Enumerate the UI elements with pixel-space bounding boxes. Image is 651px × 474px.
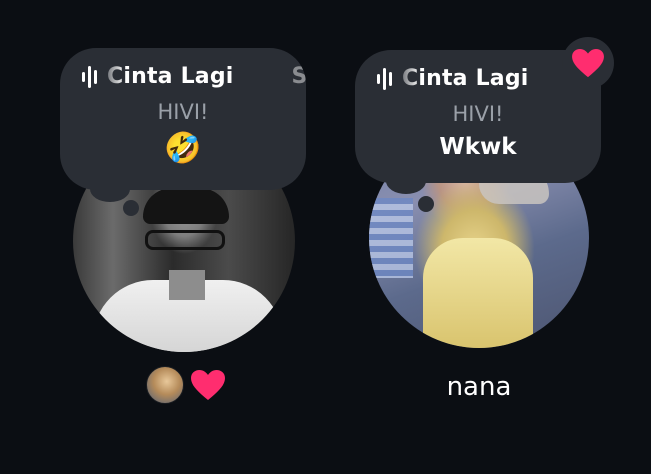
avatar-photo-bg: [369, 198, 413, 278]
song-title: Cinta Lagi: [402, 66, 529, 91]
avatar-photo-hair: [143, 188, 229, 224]
heart-icon-shape: [191, 370, 225, 400]
audio-wave-icon: [82, 65, 97, 89]
audio-wave-icon: [377, 67, 392, 91]
song-artist: HIVI!: [452, 102, 504, 126]
avatar-photo-glasses: [145, 230, 225, 250]
avatar-photo-dress: [423, 238, 533, 348]
note-text: Wkwk: [439, 134, 517, 160]
friend-username[interactable]: nana: [369, 372, 589, 402]
heart-icon: [572, 48, 604, 78]
avatar-photo-neck: [169, 270, 205, 300]
song-title: Cinta Lagi: [107, 64, 234, 89]
note-text: 🤣: [164, 131, 202, 166]
heart-icon[interactable]: [190, 369, 226, 401]
like-button[interactable]: [562, 37, 614, 89]
heart-icon-shape: [572, 48, 604, 78]
note-bubble[interactable]: Cinta Lagi S HIVI! 🤣: [60, 48, 306, 190]
note-bubble-tail-dot: [123, 200, 139, 216]
note-reactions[interactable]: [146, 366, 226, 404]
note-bubble-tail-dot: [418, 196, 434, 212]
song-row[interactable]: Cinta Lagi S: [82, 64, 306, 89]
notes-tray: Cinta Lagi S HIVI! 🤣 Cinta Lagi S HIVI! …: [0, 0, 651, 474]
song-artist: HIVI!: [157, 100, 209, 124]
reactor-avatar[interactable]: [146, 366, 184, 404]
song-title-marquee-next: S: [291, 64, 306, 89]
